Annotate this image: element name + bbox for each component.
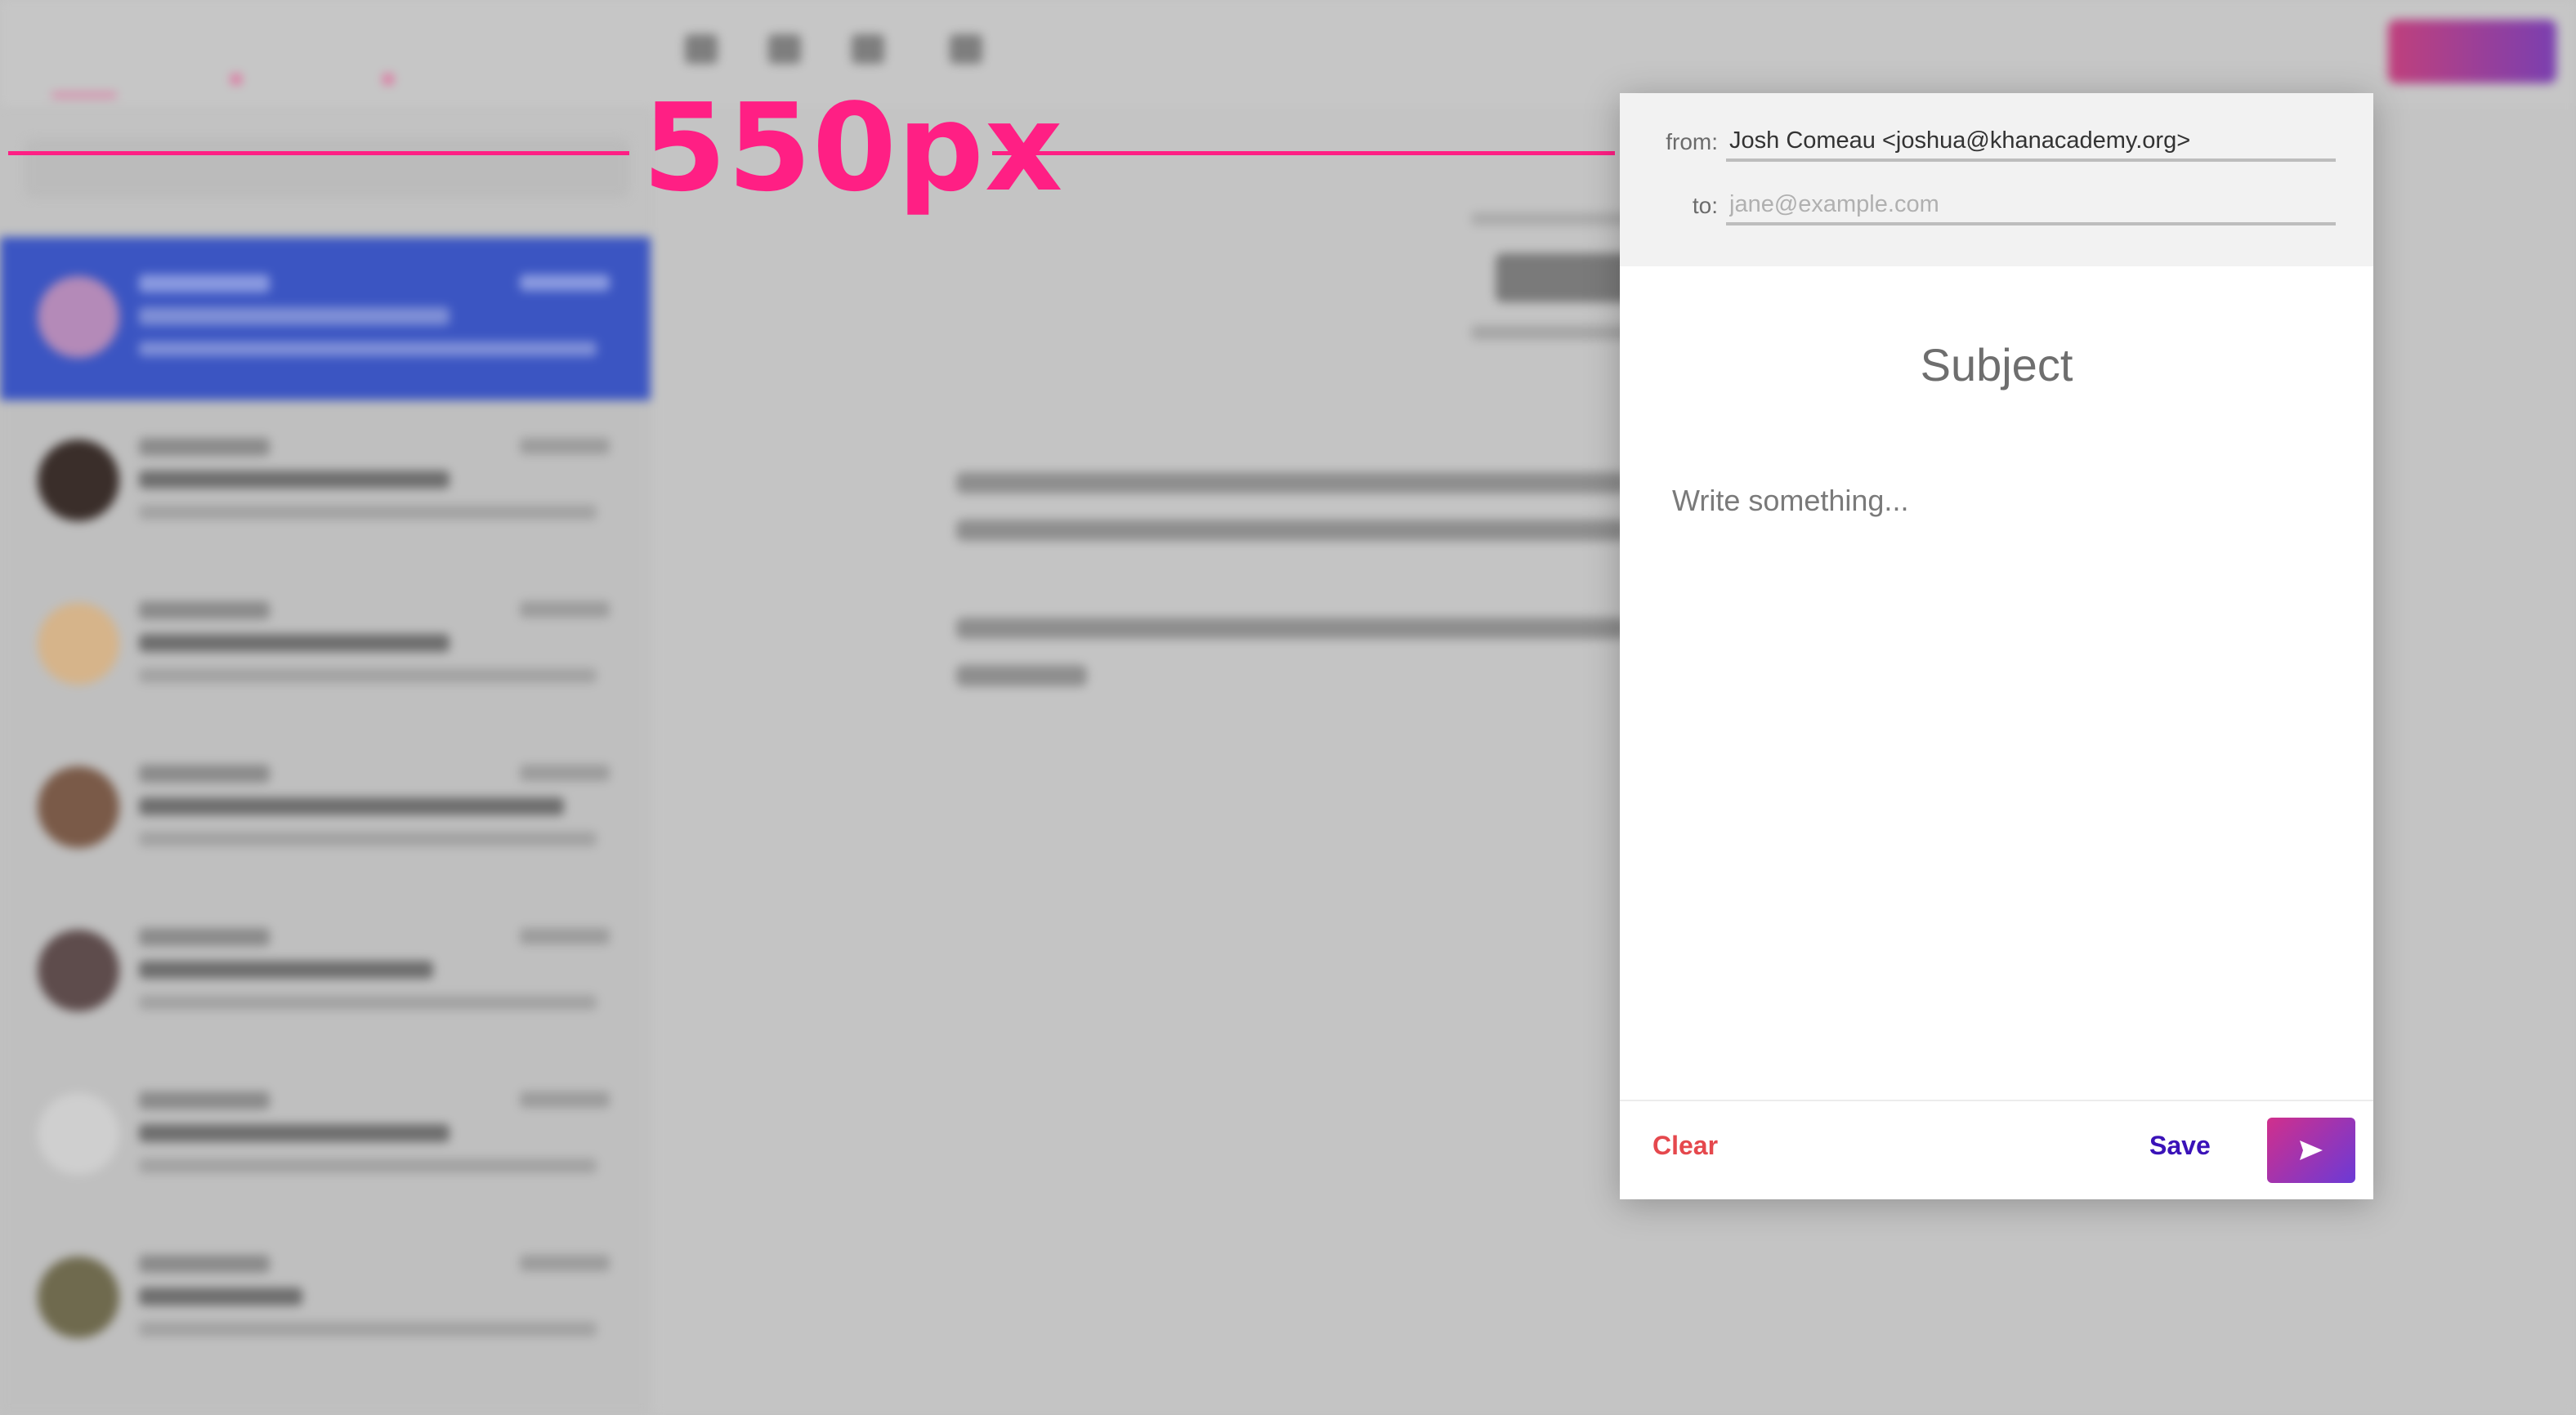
list-item[interactable] — [0, 237, 651, 400]
send-icon — [2300, 1140, 2323, 1160]
mail-list — [0, 237, 651, 1415]
compose-button[interactable] — [2388, 20, 2556, 83]
from-label: from: — [1666, 129, 1718, 154]
width-annotation-line-right — [992, 151, 1615, 155]
compose-header: from: to: — [1620, 93, 2373, 266]
list-item[interactable] — [0, 1217, 651, 1381]
send-button[interactable] — [2267, 1118, 2355, 1183]
avatar — [38, 603, 119, 685]
to-label: to: — [1692, 193, 1718, 218]
compose-footer: Clear Save — [1620, 1100, 2373, 1199]
save-button[interactable]: Save — [2149, 1131, 2211, 1161]
delete-icon[interactable] — [950, 34, 982, 64]
toolbar-icon[interactable] — [852, 34, 884, 64]
to-field[interactable] — [1726, 186, 2336, 225]
from-field[interactable] — [1726, 123, 2336, 162]
avatar — [38, 1093, 119, 1175]
width-annotation-label: 550px — [642, 78, 1064, 218]
list-item[interactable] — [0, 891, 651, 1054]
list-item[interactable] — [0, 564, 651, 727]
avatar — [38, 276, 119, 358]
subject-field[interactable]: Subject — [1620, 338, 2373, 391]
avatar — [38, 440, 119, 521]
clear-button[interactable]: Clear — [1652, 1131, 1718, 1161]
top-bar — [0, 0, 2576, 106]
list-item[interactable] — [0, 1054, 651, 1217]
list-item[interactable] — [0, 400, 651, 564]
message-body-field[interactable]: Write something... — [1672, 484, 2326, 518]
width-annotation-line-left — [8, 151, 629, 155]
compose-modal: from: to: Subject Write something... Cle… — [1620, 93, 2373, 1199]
list-item[interactable] — [0, 727, 651, 891]
toolbar-icon[interactable] — [768, 34, 801, 64]
avatar — [38, 930, 119, 1011]
avatar — [38, 1257, 119, 1338]
avatar — [38, 766, 119, 848]
toolbar-icon[interactable] — [685, 34, 718, 64]
search-bar[interactable] — [25, 139, 629, 198]
